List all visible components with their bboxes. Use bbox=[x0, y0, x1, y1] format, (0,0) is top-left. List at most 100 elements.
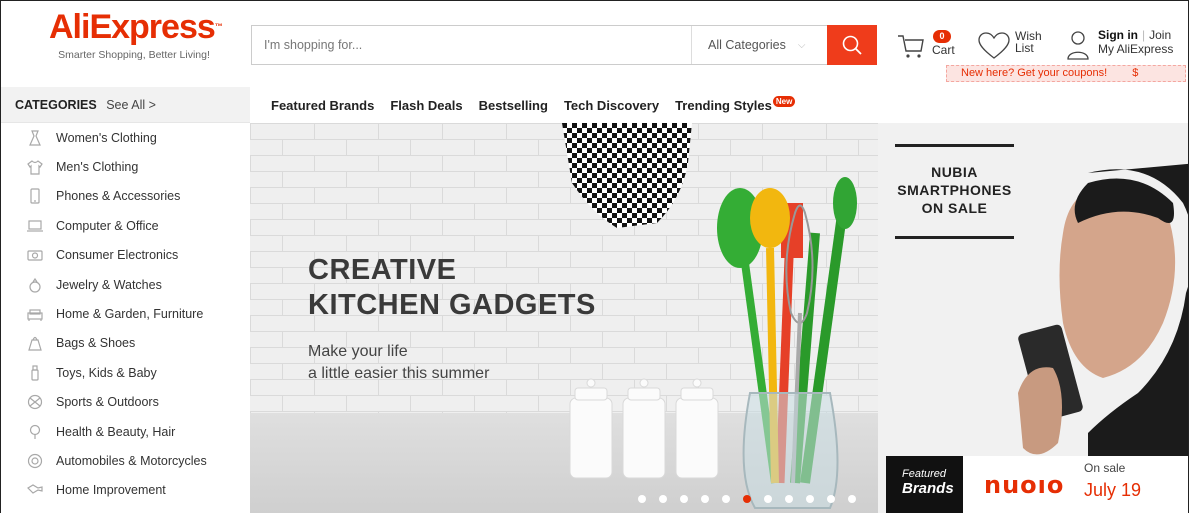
coupon-banner[interactable]: New here? Get your coupons! $ bbox=[946, 65, 1186, 82]
sidebar-item-label: Health & Beauty, Hair bbox=[56, 424, 176, 439]
promo-title: NUBIA SMARTPHONES ON SALE bbox=[897, 164, 1012, 216]
new-badge: New bbox=[772, 95, 796, 107]
carousel-dot[interactable] bbox=[659, 495, 667, 503]
carousel-dot[interactable] bbox=[785, 495, 793, 503]
sidebar-item-label: Home & Garden, Furniture bbox=[56, 307, 204, 322]
sidebar-item-label: Men's Clothing bbox=[56, 160, 139, 175]
site-header: AliExpress™ Smarter Shopping, Better Liv… bbox=[1, 1, 1188, 82]
my-aliexpress-link[interactable]: My AliExpress bbox=[1098, 42, 1173, 56]
sidebar-item-electronics[interactable]: Consumer Electronics bbox=[1, 241, 250, 270]
carousel-dot[interactable] bbox=[827, 495, 835, 503]
category-select[interactable]: All Categories ⌵ bbox=[691, 26, 827, 64]
sidebar-item-label: Computer & Office bbox=[56, 218, 159, 233]
sidebar-item-label: Automobiles & Motorcycles bbox=[56, 453, 207, 468]
dress-icon bbox=[27, 130, 43, 146]
sidebar-item-label: Home Improvement bbox=[56, 483, 166, 498]
sidebar-item-jewelry[interactable]: Jewelry & Watches bbox=[1, 270, 250, 299]
carousel-dot[interactable] bbox=[722, 495, 730, 503]
camera-icon bbox=[27, 247, 43, 263]
canisters-image bbox=[569, 378, 719, 479]
join-link[interactable]: Join bbox=[1149, 28, 1171, 42]
nav-tech-discovery[interactable]: Tech Discovery bbox=[564, 98, 659, 113]
sidebar-item-home-improvement[interactable]: Home Improvement bbox=[1, 476, 250, 505]
sidebar-item-automobiles[interactable]: Automobiles & Motorcycles bbox=[1, 446, 250, 475]
sofa-icon bbox=[27, 306, 43, 322]
dollar-icon: $ bbox=[1132, 67, 1139, 79]
sidebar-item-label: Sports & Outdoors bbox=[56, 395, 159, 410]
sidebar-item-mens-clothing[interactable]: Men's Clothing bbox=[1, 152, 250, 181]
carousel-dot[interactable] bbox=[764, 495, 772, 503]
hero-title: CREATIVE KITCHEN GADGETS bbox=[308, 254, 596, 321]
category-select-label: All Categories bbox=[708, 38, 786, 52]
sidebar-item-home-garden[interactable]: Home & Garden, Furniture bbox=[1, 299, 250, 328]
promo-banner[interactable]: NUBIA SMARTPHONES ON SALE Featured Brands … bbox=[878, 123, 1188, 513]
sale-date: July 19 bbox=[1084, 480, 1142, 500]
sidebar-item-womens-clothing[interactable]: Women's Clothing bbox=[1, 123, 250, 152]
sidebar-item-label: Toys, Kids & Baby bbox=[56, 365, 157, 380]
laptop-icon bbox=[27, 218, 43, 234]
search-button[interactable] bbox=[827, 25, 877, 65]
carousel-dot[interactable] bbox=[638, 495, 646, 503]
sidebar-item-bags-shoes[interactable]: Bags & Shoes bbox=[1, 329, 250, 358]
sidebar-item-label: Jewelry & Watches bbox=[56, 277, 162, 292]
nubia-logo: nuoıo bbox=[984, 471, 1065, 499]
beauty-icon bbox=[27, 424, 43, 440]
category-sidebar: Women's Clothing Men's Clothing Phones &… bbox=[1, 123, 250, 513]
categories-title: CATEGORIES bbox=[15, 98, 97, 112]
cart-icon bbox=[898, 35, 924, 58]
sidebar-item-computer[interactable]: Computer & Office bbox=[1, 211, 250, 240]
logo[interactable]: AliExpress™ Smarter Shopping, Better Liv… bbox=[49, 8, 223, 61]
carousel-dots bbox=[638, 495, 869, 503]
search-icon bbox=[842, 35, 862, 55]
wish-list-button[interactable]: Wish List bbox=[977, 27, 1047, 63]
nav-featured-brands[interactable]: Featured Brands bbox=[271, 98, 374, 113]
carousel-dot[interactable] bbox=[848, 495, 856, 503]
sidebar-item-sports[interactable]: Sports & Outdoors bbox=[1, 388, 250, 417]
hero-banner[interactable]: CREATIVE KITCHEN GADGETS Make your life a … bbox=[250, 123, 878, 513]
carousel-dot[interactable] bbox=[680, 495, 688, 503]
logo-wordmark: AliExpress™ bbox=[49, 8, 223, 46]
sidebar-item-label: Consumer Electronics bbox=[56, 248, 179, 263]
carousel-dot[interactable] bbox=[743, 495, 751, 503]
sidebar-item-label: Bags & Shoes bbox=[56, 336, 136, 351]
coupon-text: New here? Get your coupons! bbox=[961, 67, 1108, 79]
checkered-towel-image bbox=[562, 123, 692, 228]
promo-rule-top bbox=[895, 144, 1014, 147]
tool-icon bbox=[27, 482, 43, 498]
cart-label: Cart bbox=[932, 43, 955, 57]
promo-rule-bottom bbox=[895, 236, 1014, 239]
featured-label: Featured bbox=[902, 468, 947, 480]
search-input[interactable] bbox=[252, 26, 691, 64]
bag-icon bbox=[27, 335, 43, 352]
sign-in-link[interactable]: Sign in bbox=[1098, 28, 1138, 42]
phone-icon bbox=[27, 188, 43, 205]
account-menu[interactable]: Sign in | Join My AliExpress bbox=[1066, 27, 1186, 63]
search-bar: All Categories ⌵ bbox=[251, 25, 877, 65]
categories-header: CATEGORIES See All > bbox=[1, 87, 250, 123]
brands-label: Brands bbox=[902, 480, 954, 497]
heart-icon bbox=[978, 32, 1010, 59]
sidebar-item-phones[interactable]: Phones & Accessories bbox=[1, 182, 250, 211]
wish-list-label: Wish List bbox=[1015, 29, 1042, 55]
chevron-down-icon: ⌵ bbox=[797, 39, 806, 51]
hero-subtitle: Make your life a little easier this summe… bbox=[308, 343, 490, 382]
carousel-dot[interactable] bbox=[701, 495, 709, 503]
sidebar-item-toys[interactable]: Toys, Kids & Baby bbox=[1, 358, 250, 387]
user-icon bbox=[1067, 31, 1089, 60]
cart-button[interactable]: 0 Cart bbox=[896, 29, 966, 63]
shirt-icon bbox=[27, 159, 43, 175]
nav-trending-styles[interactable]: Trending Styles New bbox=[675, 95, 796, 113]
nav-trending-styles-label: Trending Styles bbox=[675, 97, 772, 113]
see-all-link[interactable]: See All > bbox=[106, 98, 156, 112]
carousel-dot[interactable] bbox=[806, 495, 814, 503]
account-links: Sign in | Join bbox=[1098, 28, 1172, 42]
ring-icon bbox=[27, 277, 43, 293]
cart-count-badge: 0 bbox=[933, 30, 951, 43]
featured-brand-strip[interactable]: Featured Brands nuoıo On sale July 19 bbox=[886, 456, 1188, 513]
nav-flash-deals[interactable]: Flash Deals bbox=[390, 98, 462, 113]
featured-brands-badge: Featured Brands bbox=[886, 456, 963, 513]
nav-bestselling[interactable]: Bestselling bbox=[479, 98, 548, 113]
on-sale-label: On sale bbox=[1084, 461, 1126, 475]
sidebar-item-health-beauty[interactable]: Health & Beauty, Hair bbox=[1, 417, 250, 446]
wheel-icon bbox=[27, 453, 43, 469]
